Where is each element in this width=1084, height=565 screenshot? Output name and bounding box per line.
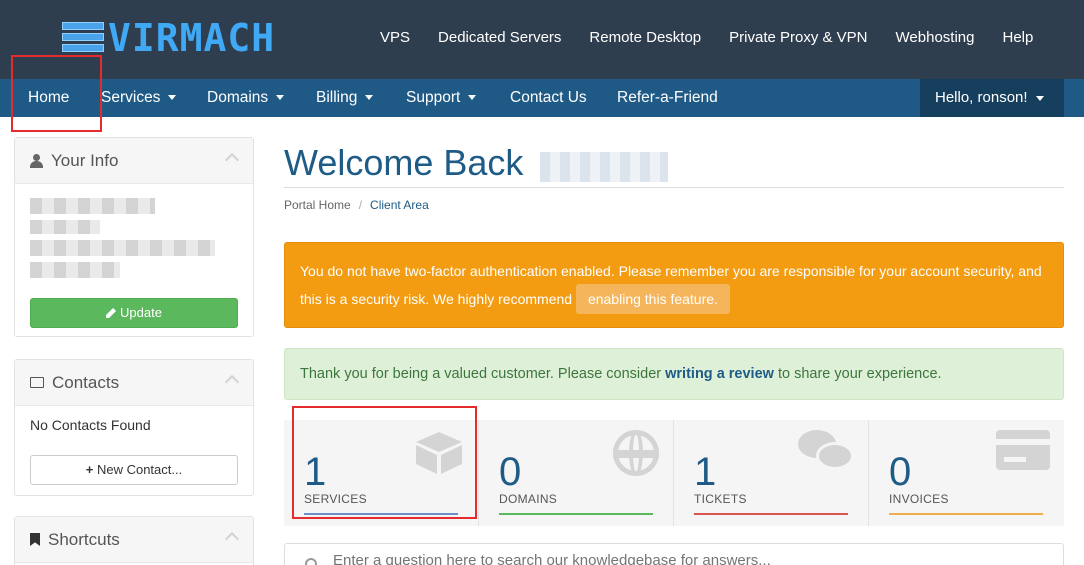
domains-label: DOMAINS [499,492,558,506]
top-nav: VPS Dedicated Servers Remote Desktop Pri… [380,29,1061,46]
nav-billing-label: Billing [316,89,358,106]
plus-icon: + [85,462,94,477]
top-nav-webhosting[interactable]: Webhosting [896,29,975,46]
your-info-title: Your Info [51,150,119,170]
top-nav-vps[interactable]: VPS [380,29,410,46]
tile-domains[interactable]: 0 DOMAINS [479,420,674,526]
virmach-logo[interactable]: VIRMACH [62,18,275,58]
user-icon [30,153,43,168]
breadcrumb: Portal Home / Client Area [284,198,429,212]
new-contact-button[interactable]: + New Contact... [30,455,238,485]
server-stack-icon [62,20,104,56]
shortcuts-panel: Shortcuts [14,516,254,565]
user-menu[interactable]: Hello, ronson! [920,79,1064,117]
your-info-panel: Your Info Update [14,137,254,337]
search-icon [305,558,317,565]
redacted-address [30,220,100,234]
nav-billing[interactable]: Billing [316,79,374,117]
nav-home-label: Home [28,89,70,106]
contacts-header[interactable]: Contacts [15,360,253,406]
enable-twofa-button[interactable]: enabling this feature. [575,284,730,314]
caret-down-icon [276,95,285,101]
services-underline [304,513,458,515]
folder-icon [30,377,44,388]
page-title: Welcome Back [284,142,524,183]
title-divider [284,187,1064,188]
tickets-label: TICKETS [694,492,747,506]
nav-domains[interactable]: Domains [207,79,285,117]
kb-search-input[interactable] [333,552,1033,565]
breadcrumb-separator: / [358,198,363,212]
user-menu-label: Hello, ronson! [935,89,1028,106]
nav-domains-label: Domains [207,89,269,106]
nav-support[interactable]: Support [406,79,477,117]
contacts-panel: Contacts No Contacts Found + New Contact… [14,359,254,496]
nav-support-label: Support [406,89,461,106]
invoices-underline [889,513,1043,515]
redacted-name [30,198,155,214]
redacted-city [30,240,215,256]
invoices-count: 0 [889,450,912,494]
domains-count: 0 [499,450,522,494]
tile-services[interactable]: 1 SERVICES [284,420,479,526]
bookmark-icon [30,533,40,546]
top-nav-help[interactable]: Help [1002,29,1033,46]
caret-down-icon [1035,95,1044,101]
redacted-username [540,152,668,182]
globe-icon [613,430,659,476]
top-nav-proxy-vpn[interactable]: Private Proxy & VPN [729,29,867,46]
chat-bubbles-icon [798,430,854,474]
tickets-count: 1 [694,450,717,494]
breadcrumb-client-area: Client Area [370,198,429,212]
chevron-up-icon[interactable] [224,152,240,168]
nav-services[interactable]: Services [101,79,177,117]
review-suffix: to share your experience. [777,366,942,382]
caret-down-icon [468,95,477,101]
shortcuts-title: Shortcuts [48,529,120,549]
update-label: Update [120,305,162,320]
tile-tickets[interactable]: 1 TICKETS [674,420,869,526]
kb-search-box [284,543,1064,565]
review-prefix: Thank you for being a valued customer. P… [300,366,662,382]
nav-contact-label: Contact Us [510,89,587,106]
nav-services-label: Services [101,89,161,106]
shortcuts-header[interactable]: Shortcuts [15,517,253,563]
new-contact-label: New Contact... [96,462,183,477]
pencil-icon [106,308,117,318]
tickets-underline [694,513,848,515]
redacted-country [30,262,120,278]
your-info-header[interactable]: Your Info [15,138,253,184]
caret-down-icon [168,95,177,101]
top-nav-dedicated-servers[interactable]: Dedicated Servers [438,29,561,46]
invoices-label: INVOICES [889,492,949,506]
nav-contact-us[interactable]: Contact Us [510,79,587,117]
caret-down-icon [365,95,374,101]
nav-refer-label: Refer-a-Friend [617,89,718,106]
nav-home[interactable]: Home [28,79,69,117]
box-icon [414,430,464,476]
contacts-title: Contacts [52,372,120,392]
tile-invoices[interactable]: 0 INVOICES [869,420,1064,526]
chevron-up-icon[interactable] [224,531,240,547]
main-nav: Home Services Domains Billing Support Co… [0,79,1084,117]
services-count: 1 [304,450,327,494]
review-alert: Thank you for being a valued customer. P… [284,348,1064,400]
nav-refer-a-friend[interactable]: Refer-a-Friend [617,79,718,117]
top-header: VIRMACH VPS Dedicated Servers Remote Des… [0,0,1084,79]
domains-underline [499,513,653,515]
logo-text: VIRMACH [108,16,276,60]
twofa-warning-alert: You do not have two-factor authenticatio… [284,242,1064,328]
services-label: SERVICES [304,492,367,506]
no-contacts-text: No Contacts Found [30,417,151,433]
update-button[interactable]: Update [30,298,238,328]
chevron-up-icon[interactable] [224,374,240,390]
top-nav-remote-desktop[interactable]: Remote Desktop [589,29,701,46]
credit-card-icon [996,430,1050,470]
write-review-link[interactable]: writing a review [665,366,774,382]
breadcrumb-portal-home[interactable]: Portal Home [284,198,351,212]
